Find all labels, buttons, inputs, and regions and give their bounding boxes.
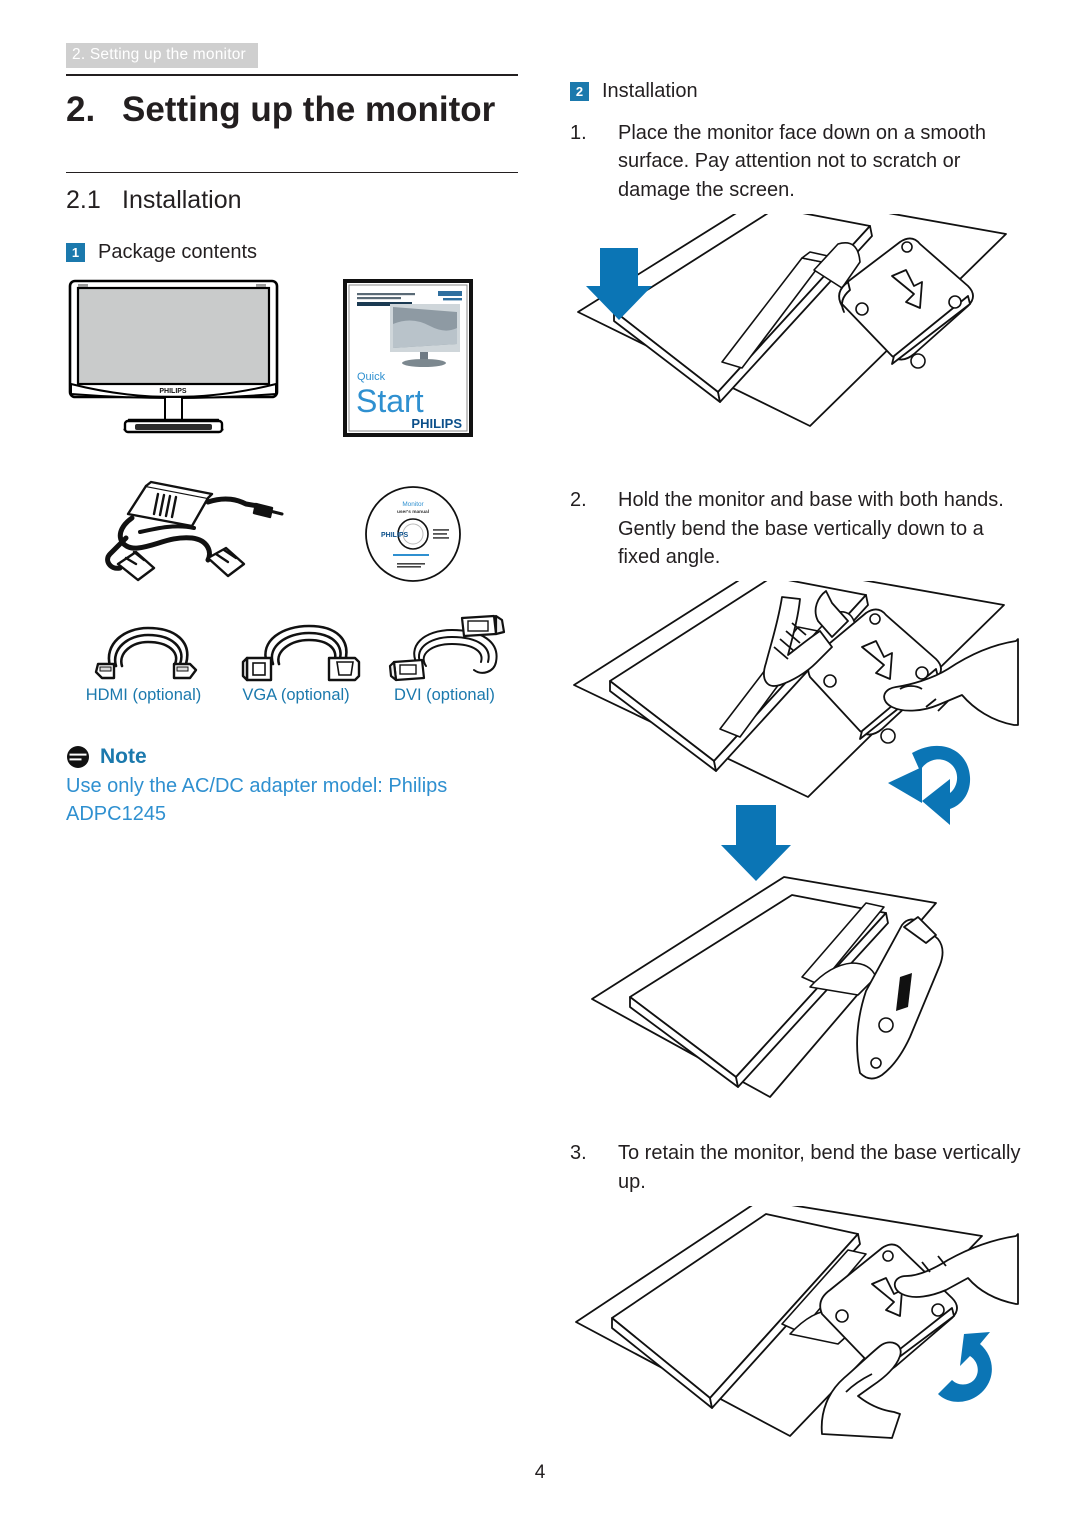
subsection-badge-1: 1 xyxy=(66,243,85,263)
cd-brand-text: PHILIPS xyxy=(381,532,409,539)
subsection-installation: 2 Installation xyxy=(570,80,1030,103)
step-2-text: Hold the monitor and base with both hand… xyxy=(618,489,1004,568)
chapter-title: Setting up the monitor xyxy=(122,90,496,129)
page-title: 2. Setting up the monitor xyxy=(66,90,518,130)
figure-step-1 xyxy=(570,214,1030,464)
page-number: 4 xyxy=(534,1462,546,1483)
package-contents-figure: PHILIPS Quick Start PHILIPS Monitor user… xyxy=(66,278,518,748)
cd-title-line1: Monitor xyxy=(402,501,424,508)
monitor-illustration: PHILIPS xyxy=(66,278,281,438)
step-1-text: Place the monitor face down on a smooth … xyxy=(618,122,986,201)
chapter-number: 2. xyxy=(66,90,96,129)
note-body: Use only the AC/DC adapter model: Philip… xyxy=(66,775,448,825)
figure-step-2 xyxy=(570,581,1030,882)
section-title: Installation xyxy=(122,186,242,215)
subsection-label: Package contents xyxy=(98,241,257,264)
step-1: 1. Place the monitor face down on a smoo… xyxy=(570,119,1030,204)
cd-illustration: Monitor user's manual PHILIPS xyxy=(363,484,463,584)
dvi-cable-illustration xyxy=(378,612,518,686)
ac-dc-adapter-illustration xyxy=(96,476,286,591)
figure-step-3 xyxy=(570,1206,1030,1446)
step-1-number: 1. xyxy=(570,122,587,144)
section-heading: 2.1 Installation xyxy=(66,185,518,215)
note-block: Note Use only the AC/DC adapter model: P… xyxy=(66,745,518,828)
note-title: Note xyxy=(100,745,147,768)
quick-start-word-quick: Quick xyxy=(357,371,386,383)
label-hdmi-optional: HDMI (optional) xyxy=(85,686,202,705)
note-title-row: Note xyxy=(66,745,518,769)
monitor-brand-text: PHILIPS xyxy=(159,388,187,395)
down-arrow-icon-2 xyxy=(721,805,791,882)
step-2-number: 2. xyxy=(570,489,587,512)
hdmi-cable-illustration xyxy=(80,618,218,686)
running-header: 2. Setting up the monitor xyxy=(66,43,258,68)
label-vga-optional: VGA (optional) xyxy=(242,686,350,705)
cd-title-line2: user's manual xyxy=(397,509,429,515)
note-icon xyxy=(67,746,89,768)
section-number: 2.1 xyxy=(66,186,101,215)
step-3-text: To retain the monitor, bend the base ver… xyxy=(618,1142,1021,1193)
chapter-rule-top xyxy=(66,74,518,76)
step-2: 2. Hold the monitor and base with both h… xyxy=(570,486,1030,571)
philips-logo-text: PHILIPS xyxy=(411,416,462,431)
label-dvi-optional: DVI (optional) xyxy=(394,686,495,705)
vga-cable-illustration xyxy=(233,618,371,686)
step-3-number: 3. xyxy=(570,1142,587,1165)
cable-labels-row: HDMI (optional) VGA (optional) DVI (opti… xyxy=(66,686,518,705)
left-column: 2. Setting up the monitor 2.1 Installation… xyxy=(66,74,518,748)
quick-start-guide-illustration: Quick Start PHILIPS xyxy=(342,278,474,438)
subsection-badge-2: 2 xyxy=(570,82,589,101)
section-rule xyxy=(66,172,518,174)
document-page: 2. Setting up the monitor 2. Setting up t… xyxy=(0,0,1080,1532)
figure-base-folded xyxy=(570,873,1030,1123)
right-column: 2 Installation 1. Place the monitor face… xyxy=(570,80,1030,1446)
subsection-label-installation: Installation xyxy=(602,80,698,102)
curved-arrow-up-icon xyxy=(938,1332,992,1403)
curved-arrow-icon xyxy=(888,746,971,826)
step-3: 3. To retain the monitor, bend the base … xyxy=(570,1139,1030,1196)
quick-start-word-start: Start xyxy=(356,383,424,419)
subsection-package-contents: 1 Package contents xyxy=(66,241,518,264)
